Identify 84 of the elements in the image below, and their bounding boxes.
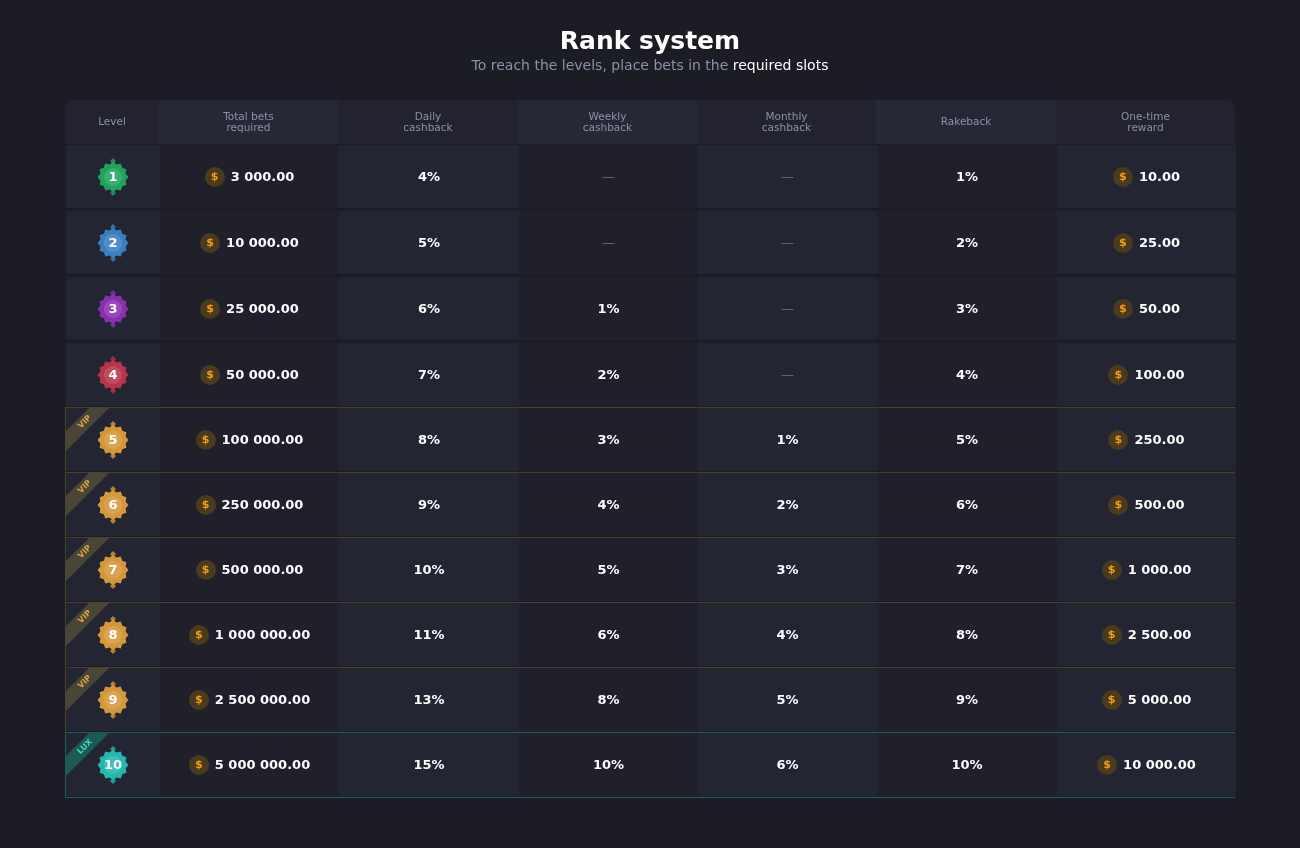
daily-cashback-cell: 8% [339, 408, 519, 472]
reward-cell: $ 50.00 [1057, 277, 1236, 341]
empty-dash: — [781, 169, 794, 184]
total-bets-cell: $ 10 000.00 [160, 211, 339, 275]
reward-cell: $ 500.00 [1057, 473, 1236, 537]
rakeback-cell: 10% [877, 733, 1057, 797]
weekly-cashback-cell: 8% [519, 668, 698, 732]
empty-dash: — [781, 301, 794, 316]
daily-cashback-cell: 7% [339, 343, 519, 407]
daily-cashback-cell: 15% [339, 733, 519, 797]
total-bets-cell: $ 25 000.00 [160, 277, 339, 341]
level-number: 1 [107, 168, 119, 186]
daily-cashback-cell: 9% [339, 473, 519, 537]
level-number: 9 [107, 691, 119, 709]
daily-cashback-cell: 11% [339, 603, 519, 667]
reward-cell: $ 5 000.00 [1057, 668, 1236, 732]
total-bets-cell: $ 5 000 000.00 [160, 733, 339, 797]
monthly-cashback-cell: 4% [698, 603, 877, 667]
level-number: 10 [102, 756, 124, 774]
rakeback-cell: 4% [877, 343, 1057, 407]
total-bets-cell: $ 2 500 000.00 [160, 668, 339, 732]
rakeback-cell: 8% [877, 603, 1057, 667]
monthly-cashback-cell: 3% [698, 538, 877, 602]
daily-cashback-cell: 4% [339, 145, 519, 209]
daily-cashback-cell: 10% [339, 538, 519, 602]
total-bets-cell: $ 1 000 000.00 [160, 603, 339, 667]
column-header: Level [65, 100, 159, 144]
empty-dash: — [781, 235, 794, 250]
total-bets-cell: $ 3 000.00 [160, 145, 339, 209]
column-header: Daily cashback [338, 100, 518, 144]
reward-cell: $ 100.00 [1057, 343, 1236, 407]
column-header: Total bets required [159, 100, 338, 144]
rakeback-cell: 5% [877, 408, 1057, 472]
tier-ribbon: VIP [65, 667, 109, 711]
empty-dash: — [781, 367, 794, 382]
rakeback-cell: 3% [877, 277, 1057, 341]
weekly-cashback-cell: 3% [519, 408, 698, 472]
daily-cashback-cell: 6% [339, 277, 519, 341]
tier-ribbon: VIP [65, 537, 109, 581]
total-bets-cell: $ 100 000.00 [160, 408, 339, 472]
reward-cell: $ 2 500.00 [1057, 603, 1236, 667]
reward-cell: $ 250.00 [1057, 408, 1236, 472]
total-bets-cell: $ 500 000.00 [160, 538, 339, 602]
tier-ribbon: VIP [65, 602, 109, 646]
column-header: One-time reward [1056, 100, 1235, 144]
monthly-cashback-cell: 6% [698, 733, 877, 797]
tier-ribbon: VIP [65, 472, 109, 516]
reward-cell: $ 25.00 [1057, 211, 1236, 275]
monthly-cashback-cell: 2% [698, 473, 877, 537]
rakeback-cell: 7% [877, 538, 1057, 602]
weekly-cashback-cell: 10% [519, 733, 698, 797]
weekly-cashback-cell: 5% [519, 538, 698, 602]
weekly-cashback-cell: 4% [519, 473, 698, 537]
weekly-cashback-cell: 2% [519, 343, 698, 407]
level-number: 4 [107, 366, 119, 384]
monthly-cashback-cell: 5% [698, 668, 877, 732]
column-header: Monthly cashback [697, 100, 876, 144]
daily-cashback-cell: 5% [339, 211, 519, 275]
rakeback-cell: 2% [877, 211, 1057, 275]
rakeback-cell: 9% [877, 668, 1057, 732]
level-number: 5 [107, 431, 119, 449]
page-title: Rank system [559, 26, 741, 55]
tier-ribbon: VIP [65, 407, 109, 451]
page-subtitle: To reach the levels, place bets in the required slots [471, 57, 829, 73]
total-bets-cell: $ 50 000.00 [160, 343, 339, 407]
weekly-cashback-cell: 1% [519, 277, 698, 341]
weekly-cashback-cell: 6% [519, 603, 698, 667]
level-number: 2 [107, 234, 119, 252]
reward-cell: $ 1 000.00 [1057, 538, 1236, 602]
level-number: 8 [107, 626, 119, 644]
level-number: 3 [107, 300, 119, 318]
reward-cell: $ 10.00 [1057, 145, 1236, 209]
rakeback-cell: 6% [877, 473, 1057, 537]
level-number: 6 [107, 496, 119, 514]
monthly-cashback-cell: 1% [698, 408, 877, 472]
empty-dash: — [602, 235, 615, 250]
rakeback-cell: 1% [877, 145, 1057, 209]
column-header: Weekly cashback [518, 100, 697, 144]
level-number: 7 [107, 561, 119, 579]
total-bets-cell: $ 250 000.00 [160, 473, 339, 537]
empty-dash: — [602, 169, 615, 184]
column-header: Rakeback [876, 100, 1056, 144]
reward-cell: $ 10 000.00 [1057, 733, 1236, 797]
daily-cashback-cell: 13% [339, 668, 519, 732]
